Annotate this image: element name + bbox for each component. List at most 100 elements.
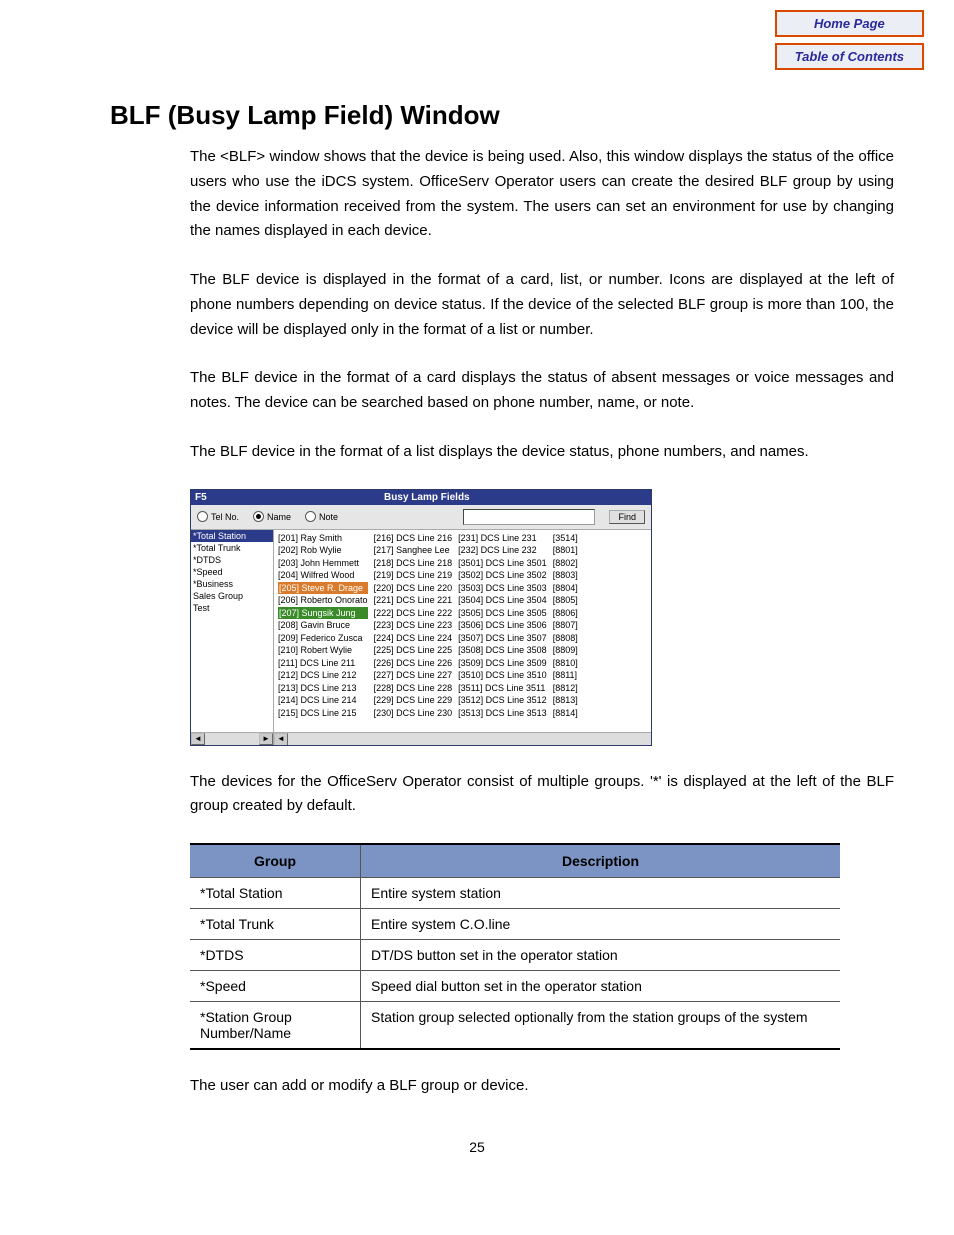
listing-column-2: [216] DCS Line 216 [217] Sanghee Lee [21… [374,532,453,720]
list-item[interactable]: [3506] DCS Line 3506 [458,619,547,632]
group-sidebar: *Total Station *Total Trunk *DTDS *Speed… [191,530,274,745]
list-item[interactable]: [8810] [553,657,578,670]
list-item[interactable]: [3511] DCS Line 3511 [458,682,547,695]
list-item[interactable]: [212] DCS Line 212 [278,669,368,682]
list-item[interactable]: [8802] [553,557,578,570]
page-title: BLF (Busy Lamp Field) Window [110,100,894,131]
list-item[interactable]: [8801] [553,544,578,557]
list-item[interactable]: [3508] DCS Line 3508 [458,644,547,657]
table-header-group: Group [190,844,361,878]
list-item[interactable]: [214] DCS Line 214 [278,694,368,707]
list-item[interactable]: [218] DCS Line 218 [374,557,453,570]
radio-name[interactable]: Name [253,511,291,522]
list-item[interactable]: [211] DCS Line 211 [278,657,368,670]
list-item[interactable]: [221] DCS Line 221 [374,594,453,607]
list-item-busy[interactable]: [205] Steve R. Drage [278,582,368,595]
list-item[interactable]: [3507] DCS Line 3507 [458,632,547,645]
sidebar-item-dtds[interactable]: *DTDS [191,554,273,566]
list-item[interactable]: [217] Sanghee Lee [374,544,453,557]
paragraph-5: The devices for the OfficeServ Operator … [190,770,894,820]
list-item[interactable]: [226] DCS Line 226 [374,657,453,670]
list-item[interactable]: [3504] DCS Line 3504 [458,594,547,607]
list-item[interactable]: [8809] [553,644,578,657]
list-item[interactable]: [222] DCS Line 222 [374,607,453,620]
table-row: *Speed Speed dial button set in the oper… [190,971,840,1002]
cell-group: *DTDS [190,940,361,971]
cell-group: *Station Group Number/Name [190,1002,361,1050]
list-item[interactable]: [8803] [553,569,578,582]
scroll-left-icon[interactable]: ◄ [191,733,205,745]
list-item[interactable]: [8806] [553,607,578,620]
list-item[interactable]: [210] Robert Wylie [278,644,368,657]
find-button[interactable]: Find [609,510,645,524]
list-item[interactable]: [8813] [553,694,578,707]
list-item[interactable]: [202] Rob Wylie [278,544,368,557]
list-item[interactable]: [8808] [553,632,578,645]
list-item[interactable]: [8812] [553,682,578,695]
table-row: *DTDS DT/DS button set in the operator s… [190,940,840,971]
radio-note[interactable]: Note [305,511,338,522]
list-item[interactable]: [208] Gavin Bruce [278,619,368,632]
list-item[interactable]: [216] DCS Line 216 [374,532,453,545]
list-item[interactable]: [8804] [553,582,578,595]
sidebar-item-total-trunk[interactable]: *Total Trunk [191,542,273,554]
list-item[interactable]: [213] DCS Line 213 [278,682,368,695]
listing-scrollbar[interactable]: ◄ [274,732,651,745]
list-item[interactable]: [232] DCS Line 232 [458,544,547,557]
paragraph-3: The BLF device in the format of a card d… [190,366,894,416]
list-item[interactable]: [204] Wilfred Wood [278,569,368,582]
list-item[interactable]: [225] DCS Line 225 [374,644,453,657]
listing-column-1: [201] Ray Smith [202] Rob Wylie [203] Jo… [278,532,368,720]
list-item[interactable]: [3512] DCS Line 3512 [458,694,547,707]
toc-button[interactable]: Table of Contents [775,43,924,70]
sidebar-item-total-station[interactable]: *Total Station [191,530,273,542]
list-item[interactable]: [224] DCS Line 224 [374,632,453,645]
search-input[interactable] [463,509,595,525]
list-item[interactable]: [8805] [553,594,578,607]
listing-column-3: [231] DCS Line 231 [232] DCS Line 232 [3… [458,532,547,720]
list-item[interactable]: [230] DCS Line 230 [374,707,453,720]
list-item[interactable]: [201] Ray Smith [278,532,368,545]
list-item[interactable]: [3510] DCS Line 3510 [458,669,547,682]
list-item[interactable]: [231] DCS Line 231 [458,532,547,545]
list-item[interactable]: [8811] [553,669,578,682]
list-item[interactable]: [3503] DCS Line 3503 [458,582,547,595]
list-item[interactable]: [228] DCS Line 228 [374,682,453,695]
sidebar-item-business[interactable]: *Business [191,578,273,590]
cell-group: *Speed [190,971,361,1002]
nav-button-group: Home Page Table of Contents [775,10,924,70]
home-page-button[interactable]: Home Page [775,10,924,37]
list-item[interactable]: [203] John Hemmett [278,557,368,570]
list-item[interactable]: [206] Roberto Onorato [278,594,368,607]
list-item[interactable]: [209] Federico Zusca [278,632,368,645]
sidebar-item-sales-group[interactable]: Sales Group [191,590,273,602]
list-item[interactable]: [220] DCS Line 220 [374,582,453,595]
sidebar-item-speed[interactable]: *Speed [191,566,273,578]
list-item[interactable]: [3502] DCS Line 3502 [458,569,547,582]
page-number: 25 [60,1139,894,1155]
table-row: *Total Station Entire system station [190,878,840,909]
paragraph-4: The BLF device in the format of a list d… [190,440,894,465]
list-item-active[interactable]: [207] Sungsik Jung [278,607,368,620]
scroll-left-icon[interactable]: ◄ [274,733,288,745]
list-item[interactable]: [227] DCS Line 227 [374,669,453,682]
list-item[interactable]: [219] DCS Line 219 [374,569,453,582]
list-item[interactable]: [3514] [553,532,578,545]
list-item[interactable]: [3513] DCS Line 3513 [458,707,547,720]
device-listing: [201] Ray Smith [202] Rob Wylie [203] Jo… [274,530,651,745]
list-item[interactable]: [229] DCS Line 229 [374,694,453,707]
list-item[interactable]: [3505] DCS Line 3505 [458,607,547,620]
list-item[interactable]: [8814] [553,707,578,720]
list-item[interactable]: [3501] DCS Line 3501 [458,557,547,570]
sidebar-scrollbar[interactable]: ◄ ► [191,732,273,745]
list-item[interactable]: [3509] DCS Line 3509 [458,657,547,670]
cell-description: Speed dial button set in the operator st… [361,971,841,1002]
radio-telno[interactable]: Tel No. [197,511,239,522]
list-item[interactable]: [8807] [553,619,578,632]
list-item[interactable]: [223] DCS Line 223 [374,619,453,632]
cell-group: *Total Trunk [190,909,361,940]
cell-description: Entire system C.O.line [361,909,841,940]
sidebar-item-test[interactable]: Test [191,602,273,614]
list-item[interactable]: [215] DCS Line 215 [278,707,368,720]
scroll-right-icon[interactable]: ► [259,733,273,745]
